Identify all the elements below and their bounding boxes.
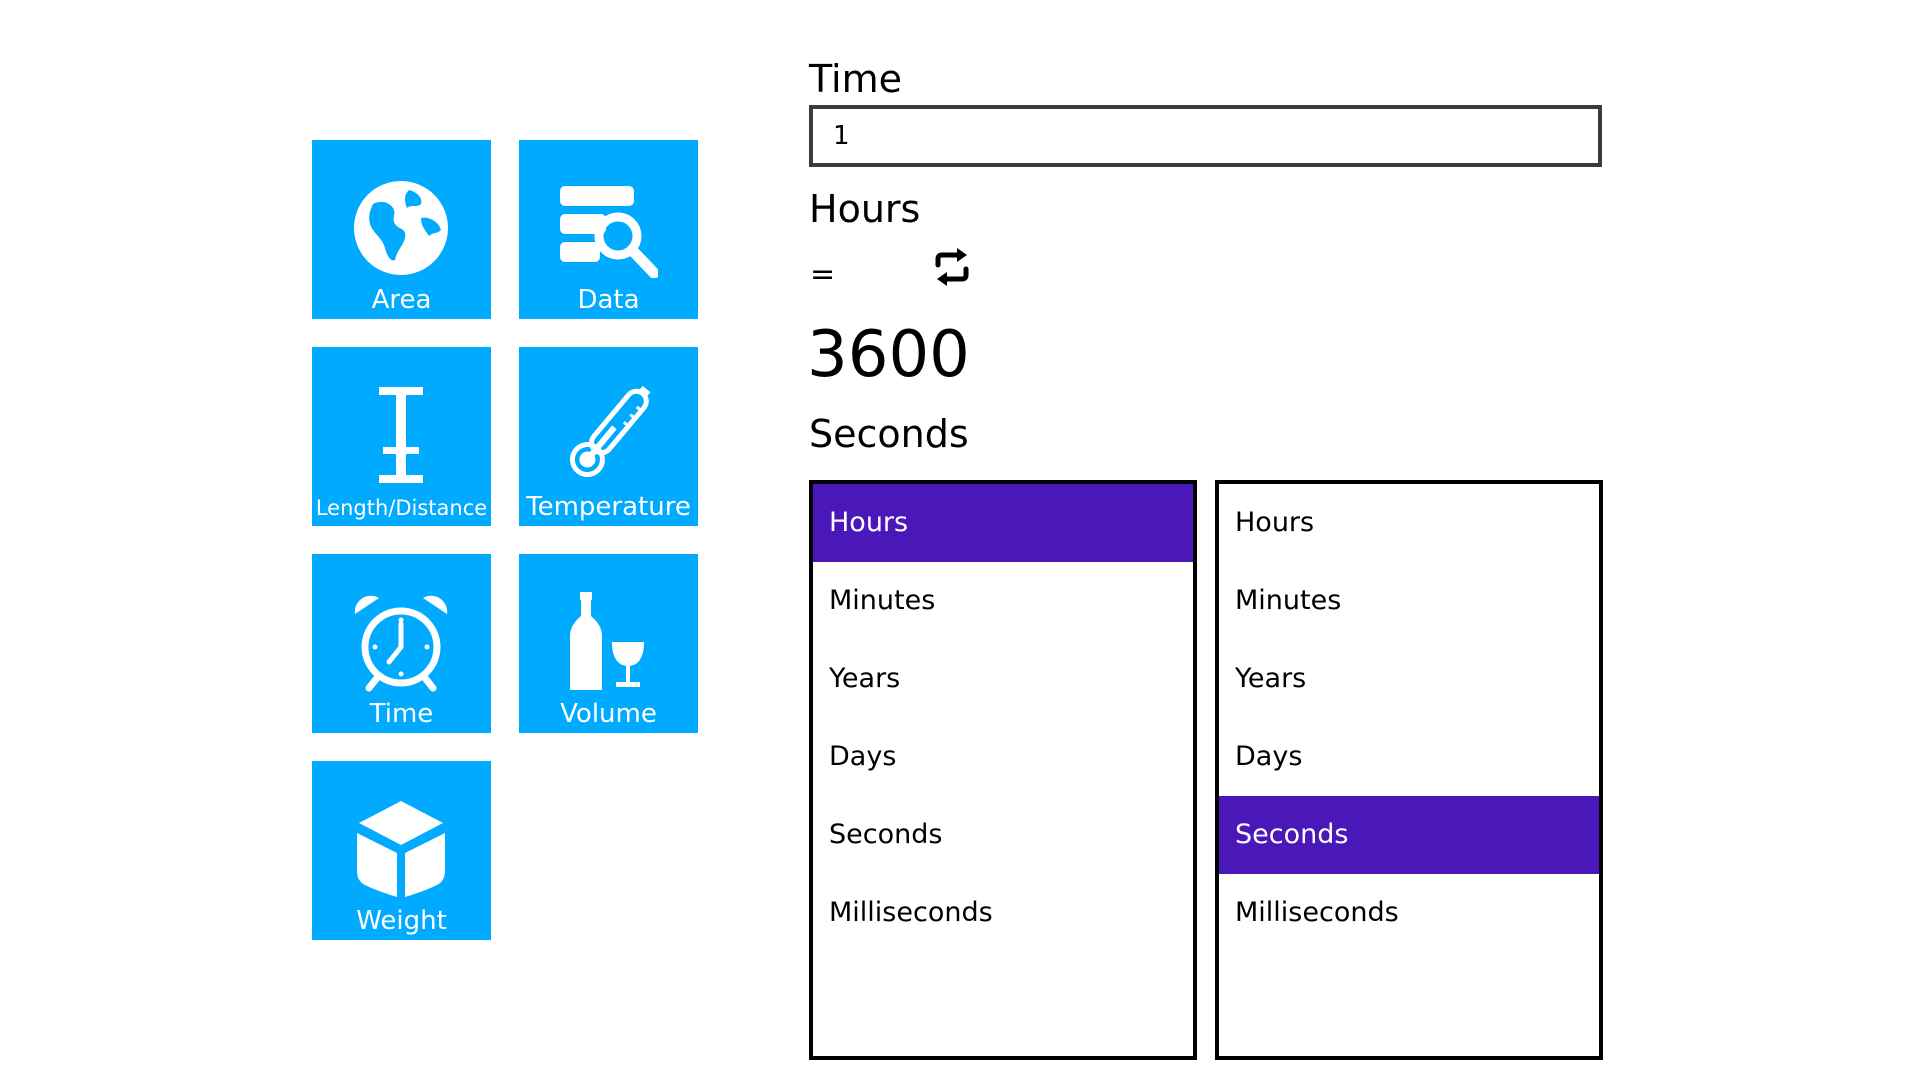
category-title: Time bbox=[809, 57, 902, 101]
thermometer-icon bbox=[569, 385, 651, 478]
globe-icon bbox=[354, 181, 448, 275]
tile-label-time: Time bbox=[369, 699, 434, 729]
tile-data[interactable]: Data bbox=[519, 140, 698, 319]
tile-label-volume: Volume bbox=[560, 699, 657, 729]
bottle-glass-icon bbox=[570, 592, 644, 690]
to-unit-list[interactable]: Hours Minutes Years Days Seconds Millise… bbox=[1215, 480, 1603, 1060]
tile-time[interactable]: Time bbox=[312, 554, 491, 733]
tile-length[interactable]: Length/Distance bbox=[312, 347, 491, 526]
value-input[interactable] bbox=[809, 105, 1602, 167]
from-unit-option[interactable]: Days bbox=[813, 718, 1193, 796]
tile-area[interactable]: Area bbox=[312, 140, 491, 319]
to-unit-option[interactable]: Years bbox=[1219, 640, 1599, 718]
to-unit-option[interactable]: Days bbox=[1219, 718, 1599, 796]
cube-weight-icon bbox=[357, 801, 445, 897]
database-search-icon bbox=[560, 186, 658, 278]
to-unit-option[interactable]: Milliseconds bbox=[1219, 874, 1599, 952]
from-unit-label: Hours bbox=[809, 187, 921, 231]
to-unit-option[interactable]: Hours bbox=[1219, 484, 1599, 562]
ruler-length-icon bbox=[379, 387, 423, 483]
tile-label-data: Data bbox=[577, 285, 640, 315]
from-unit-list[interactable]: Hours Minutes Years Days Seconds Millise… bbox=[809, 480, 1197, 1060]
from-unit-option[interactable]: Seconds bbox=[813, 796, 1193, 874]
from-unit-option[interactable]: Milliseconds bbox=[813, 874, 1193, 952]
to-unit-label: Seconds bbox=[809, 412, 969, 456]
from-unit-option[interactable]: Minutes bbox=[813, 562, 1193, 640]
swap-units-button[interactable] bbox=[930, 245, 974, 289]
from-unit-option[interactable]: Years bbox=[813, 640, 1193, 718]
equals-sign: = bbox=[810, 257, 836, 292]
tile-weight[interactable]: Weight bbox=[312, 761, 491, 940]
tile-label-area: Area bbox=[371, 285, 432, 315]
swap-arrows-icon bbox=[935, 248, 969, 286]
alarm-clock-icon bbox=[354, 595, 448, 692]
tile-temperature[interactable]: Temperature bbox=[519, 347, 698, 526]
tile-label-length: Length/Distance bbox=[315, 496, 488, 520]
from-unit-option[interactable]: Hours bbox=[813, 484, 1193, 562]
to-unit-option[interactable]: Seconds bbox=[1219, 796, 1599, 874]
tile-label-weight: Weight bbox=[356, 906, 447, 936]
tile-volume[interactable]: Volume bbox=[519, 554, 698, 733]
tile-label-temperature: Temperature bbox=[526, 492, 691, 522]
to-unit-option[interactable]: Minutes bbox=[1219, 562, 1599, 640]
result-value: 3600 bbox=[807, 318, 970, 392]
